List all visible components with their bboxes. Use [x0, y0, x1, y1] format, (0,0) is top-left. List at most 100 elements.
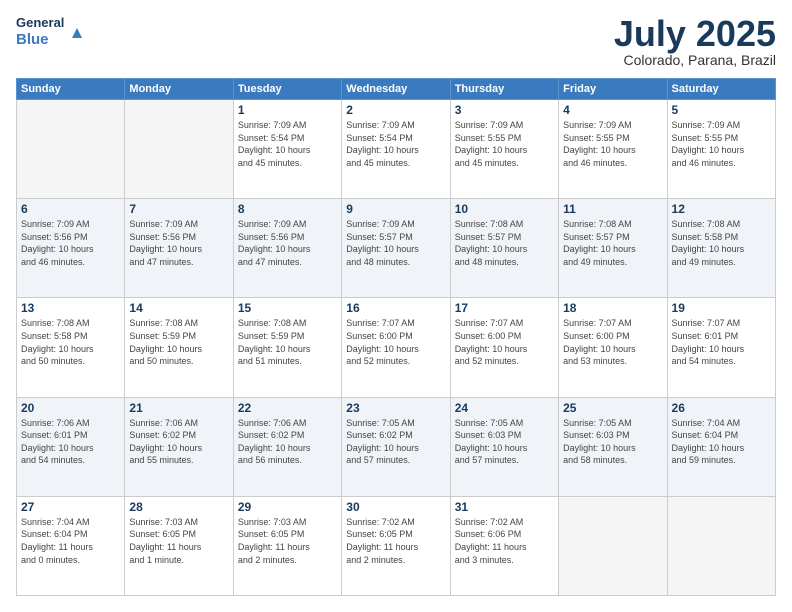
day-info: Sunrise: 7:06 AM Sunset: 6:02 PM Dayligh… [238, 417, 337, 467]
calendar-cell: 9 Sunrise: 7:09 AM Sunset: 5:57 PM Daylig… [342, 199, 450, 298]
day-number: 5 [672, 103, 771, 117]
day-number: 2 [346, 103, 445, 117]
logo-chevron-icon [68, 22, 88, 42]
calendar-cell: 8Sunrise: 7:09 AM Sunset: 5:56 PM Daylig… [233, 199, 341, 298]
calendar-cell: 4Sunrise: 7:09 AM Sunset: 5:55 PM Daylig… [559, 100, 667, 199]
day-number: 3 [455, 103, 554, 117]
header-tuesday: Tuesday [233, 79, 341, 100]
month-title: July 2025 [614, 16, 776, 52]
calendar-cell: 17 Sunrise: 7:07 AM Sunset: 6:00 PM Dayli… [450, 298, 558, 397]
day-info: Sunrise: 7:02 AM Sunset: 6:06 PM Dayligh… [455, 516, 554, 566]
calendar-cell: 24 Sunrise: 7:05 AM Sunset: 6:03 PM Dayli… [450, 397, 558, 496]
calendar-cell: 31Sunrise: 7:02 AM Sunset: 6:06 PM Dayli… [450, 496, 558, 595]
calendar-row: 6 Sunrise: 7:09 AM Sunset: 5:56 PM Daylig… [17, 199, 776, 298]
day-info: Sunrise: 7:08 AM Sunset: 5:58 PM Dayligh… [672, 218, 771, 268]
day-number: 27 [21, 500, 120, 514]
calendar-cell: 27Sunrise: 7:04 AM Sunset: 6:04 PM Dayli… [17, 496, 125, 595]
day-number: 4 [563, 103, 662, 117]
calendar-cell: 29 Sunrise: 7:03 AM Sunset: 6:05 PM Dayli… [233, 496, 341, 595]
calendar-cell: 11 Sunrise: 7:08 AM Sunset: 5:57 PM Dayli… [559, 199, 667, 298]
day-info: Sunrise: 7:09 AM Sunset: 5:54 PM Dayligh… [238, 119, 337, 169]
calendar-cell: 10Sunrise: 7:08 AM Sunset: 5:57 PM Dayli… [450, 199, 558, 298]
day-info: Sunrise: 7:08 AM Sunset: 5:57 PM Dayligh… [455, 218, 554, 268]
day-info: Sunrise: 7:07 AM Sunset: 6:00 PM Dayligh… [455, 317, 554, 367]
logo-text: General Blue [16, 16, 64, 48]
calendar-cell: 2 Sunrise: 7:09 AM Sunset: 5:54 PM Daylig… [342, 100, 450, 199]
day-number: 16 [346, 301, 445, 315]
day-info: Sunrise: 7:08 AM Sunset: 5:59 PM Dayligh… [238, 317, 337, 367]
day-info: Sunrise: 7:05 AM Sunset: 6:03 PM Dayligh… [455, 417, 554, 467]
calendar-cell: 16 Sunrise: 7:07 AM Sunset: 6:00 PM Dayli… [342, 298, 450, 397]
title-section: July 2025 Colorado, Parana, Brazil [614, 16, 776, 68]
day-info: Sunrise: 7:06 AM Sunset: 6:02 PM Dayligh… [129, 417, 228, 467]
day-info: Sunrise: 7:09 AM Sunset: 5:56 PM Dayligh… [21, 218, 120, 268]
calendar-cell: 1 Sunrise: 7:09 AM Sunset: 5:54 PM Daylig… [233, 100, 341, 199]
header-friday: Friday [559, 79, 667, 100]
day-info: Sunrise: 7:09 AM Sunset: 5:56 PM Dayligh… [238, 218, 337, 268]
day-number: 11 [563, 202, 662, 216]
day-info: Sunrise: 7:09 AM Sunset: 5:55 PM Dayligh… [672, 119, 771, 169]
weekday-header-row: Sunday Monday Tuesday Wednesday Thursday… [17, 79, 776, 100]
logo: General Blue [16, 16, 88, 48]
calendar-cell: 12 Sunrise: 7:08 AM Sunset: 5:58 PM Dayli… [667, 199, 775, 298]
day-info: Sunrise: 7:08 AM Sunset: 5:57 PM Dayligh… [563, 218, 662, 268]
calendar-cell: 6 Sunrise: 7:09 AM Sunset: 5:56 PM Daylig… [17, 199, 125, 298]
day-info: Sunrise: 7:09 AM Sunset: 5:55 PM Dayligh… [455, 119, 554, 169]
day-number: 23 [346, 401, 445, 415]
calendar-cell [559, 496, 667, 595]
day-number: 24 [455, 401, 554, 415]
calendar-cell: 13 Sunrise: 7:08 AM Sunset: 5:58 PM Dayli… [17, 298, 125, 397]
calendar-cell: 19 Sunrise: 7:07 AM Sunset: 6:01 PM Dayli… [667, 298, 775, 397]
day-number: 17 [455, 301, 554, 315]
day-number: 26 [672, 401, 771, 415]
calendar-cell: 26Sunrise: 7:04 AM Sunset: 6:04 PM Dayli… [667, 397, 775, 496]
day-info: Sunrise: 7:08 AM Sunset: 5:59 PM Dayligh… [129, 317, 228, 367]
header-monday: Monday [125, 79, 233, 100]
day-info: Sunrise: 7:08 AM Sunset: 5:58 PM Dayligh… [21, 317, 120, 367]
day-number: 1 [238, 103, 337, 117]
day-info: Sunrise: 7:09 AM Sunset: 5:57 PM Dayligh… [346, 218, 445, 268]
calendar-row: 27Sunrise: 7:04 AM Sunset: 6:04 PM Dayli… [17, 496, 776, 595]
day-info: Sunrise: 7:05 AM Sunset: 6:03 PM Dayligh… [563, 417, 662, 467]
calendar-cell: 21Sunrise: 7:06 AM Sunset: 6:02 PM Dayli… [125, 397, 233, 496]
calendar-cell: 14 Sunrise: 7:08 AM Sunset: 5:59 PM Dayli… [125, 298, 233, 397]
day-info: Sunrise: 7:09 AM Sunset: 5:54 PM Dayligh… [346, 119, 445, 169]
calendar-cell [17, 100, 125, 199]
header-sunday: Sunday [17, 79, 125, 100]
calendar-cell: 22Sunrise: 7:06 AM Sunset: 6:02 PM Dayli… [233, 397, 341, 496]
page: General Blue July 2025 Colorado, Parana,… [0, 0, 792, 612]
calendar-cell: 28Sunrise: 7:03 AM Sunset: 6:05 PM Dayli… [125, 496, 233, 595]
header-saturday: Saturday [667, 79, 775, 100]
day-info: Sunrise: 7:07 AM Sunset: 6:01 PM Dayligh… [672, 317, 771, 367]
day-number: 9 [346, 202, 445, 216]
calendar-table: Sunday Monday Tuesday Wednesday Thursday… [16, 78, 776, 596]
day-info: Sunrise: 7:03 AM Sunset: 6:05 PM Dayligh… [238, 516, 337, 566]
calendar-row: 13 Sunrise: 7:08 AM Sunset: 5:58 PM Dayli… [17, 298, 776, 397]
day-number: 6 [21, 202, 120, 216]
calendar-cell: 25 Sunrise: 7:05 AM Sunset: 6:03 PM Dayli… [559, 397, 667, 496]
day-number: 13 [21, 301, 120, 315]
day-number: 30 [346, 500, 445, 514]
day-number: 12 [672, 202, 771, 216]
day-number: 25 [563, 401, 662, 415]
calendar-cell: 7 Sunrise: 7:09 AM Sunset: 5:56 PM Daylig… [125, 199, 233, 298]
day-info: Sunrise: 7:09 AM Sunset: 5:56 PM Dayligh… [129, 218, 228, 268]
calendar-cell: 15Sunrise: 7:08 AM Sunset: 5:59 PM Dayli… [233, 298, 341, 397]
calendar-cell: 30 Sunrise: 7:02 AM Sunset: 6:05 PM Dayli… [342, 496, 450, 595]
day-number: 29 [238, 500, 337, 514]
day-number: 19 [672, 301, 771, 315]
day-number: 20 [21, 401, 120, 415]
calendar-cell: 5 Sunrise: 7:09 AM Sunset: 5:55 PM Daylig… [667, 100, 775, 199]
day-info: Sunrise: 7:05 AM Sunset: 6:02 PM Dayligh… [346, 417, 445, 467]
day-info: Sunrise: 7:07 AM Sunset: 6:00 PM Dayligh… [346, 317, 445, 367]
day-info: Sunrise: 7:07 AM Sunset: 6:00 PM Dayligh… [563, 317, 662, 367]
calendar-cell: 18Sunrise: 7:07 AM Sunset: 6:00 PM Dayli… [559, 298, 667, 397]
calendar-cell [667, 496, 775, 595]
calendar-row: 20Sunrise: 7:06 AM Sunset: 6:01 PM Dayli… [17, 397, 776, 496]
calendar-cell: 23 Sunrise: 7:05 AM Sunset: 6:02 PM Dayli… [342, 397, 450, 496]
calendar-row: 1 Sunrise: 7:09 AM Sunset: 5:54 PM Daylig… [17, 100, 776, 199]
day-number: 7 [129, 202, 228, 216]
day-info: Sunrise: 7:02 AM Sunset: 6:05 PM Dayligh… [346, 516, 445, 566]
day-number: 14 [129, 301, 228, 315]
header-thursday: Thursday [450, 79, 558, 100]
